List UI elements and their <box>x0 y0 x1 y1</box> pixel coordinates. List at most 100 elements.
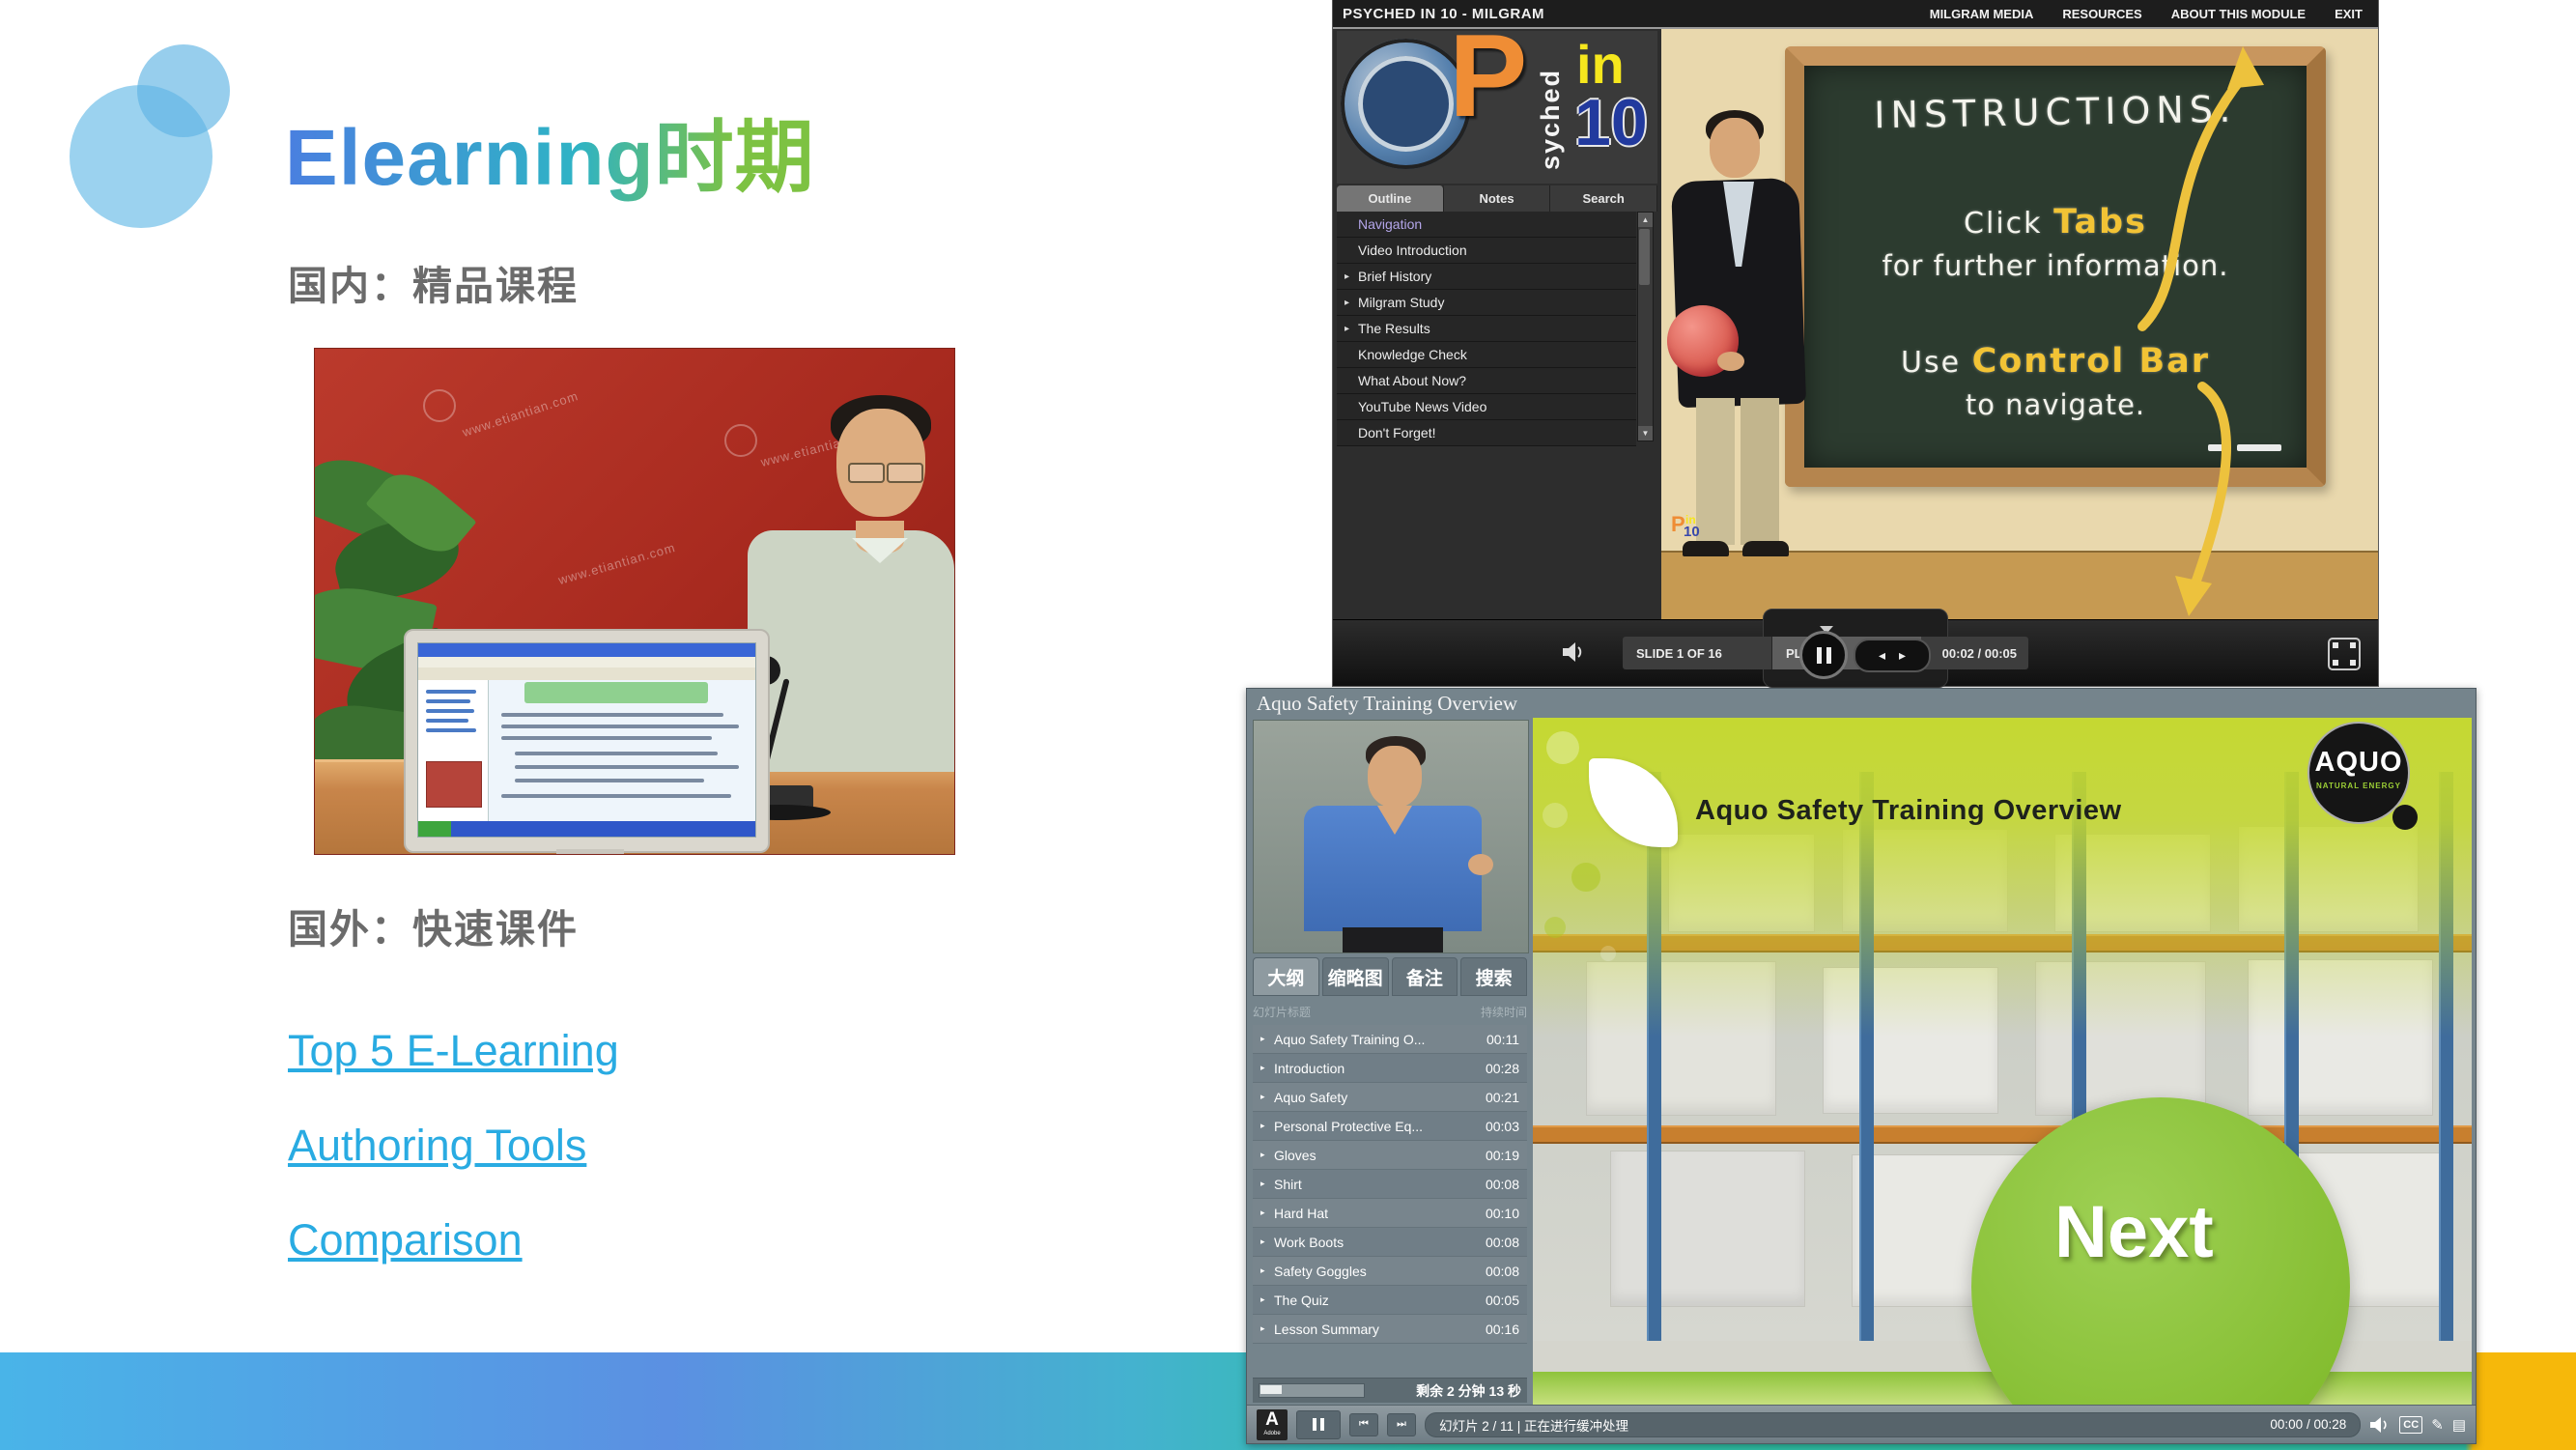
slide-item[interactable]: ▸Safety Goggles00:08 <box>1253 1257 1527 1286</box>
foreign-label: 国外：快速课件 <box>288 896 579 954</box>
menu-milgram-media[interactable]: MILGRAM MEDIA <box>1930 7 2034 21</box>
aquo-player-window: Aquo Safety Training Overview 大纲 缩略图 备注 … <box>1246 688 2477 1444</box>
menu-resources[interactable]: RESOURCES <box>2062 7 2141 21</box>
presenter-figure <box>1667 110 1841 574</box>
tab-search[interactable]: Search <box>1550 185 1657 212</box>
attachment-icon[interactable]: ✎ <box>2431 1416 2444 1434</box>
play-arrow-icon: ▸ <box>1260 1063 1274 1073</box>
pause-button[interactable] <box>1799 631 1848 679</box>
outline-item-navigation[interactable]: Navigation <box>1337 212 1636 238</box>
outline-item-video-introduction[interactable]: Video Introduction <box>1337 238 1636 264</box>
next-slide-button[interactable]: ▸ <box>1899 647 1906 664</box>
aquo-logo-tagline: NATURAL ENERGY <box>2307 782 2410 790</box>
outline-item-milgram-study[interactable]: ▸Milgram Study <box>1337 290 1636 316</box>
aquo-logo-name: AQUO <box>2307 747 2410 779</box>
outline-item-dont-forget[interactable]: Don't Forget! <box>1337 420 1636 446</box>
tab-thumbnails-cn[interactable]: 缩略图 <box>1322 957 1389 996</box>
adobe-logo-icon[interactable]: AAdobe <box>1257 1409 1288 1440</box>
step-buttons: ◂ ▸ <box>1854 639 1931 672</box>
deco-circle-small <box>137 44 230 137</box>
play-arrow-icon: ▸ <box>1260 1092 1274 1102</box>
tab-notes[interactable]: Notes <box>1444 185 1551 212</box>
slide-item[interactable]: ▸Personal Protective Eq...00:03 <box>1253 1112 1527 1141</box>
buffer-status: 幻灯片 2 / 11 | 正在进行缓冲处理 <box>1439 1415 1628 1435</box>
link-comparison[interactable]: Comparison <box>288 1215 523 1265</box>
slide-item[interactable]: ▸Introduction00:28 <box>1253 1054 1527 1083</box>
milgram-stage: INSTRUCTIONS: Click Tabs for further inf… <box>1661 29 2378 620</box>
scroll-down-icon[interactable]: ▼ <box>1638 426 1653 441</box>
outline-item-knowledge-check[interactable]: Knowledge Check <box>1337 342 1636 368</box>
expand-arrow-icon: ▸ <box>1345 271 1358 282</box>
tab-search-cn[interactable]: 搜索 <box>1460 957 1527 996</box>
menu-about-this-module[interactable]: ABOUT THIS MODULE <box>2171 7 2306 21</box>
lecturer-photo: www.etiantian.com www.etiantian.com www.… <box>314 348 955 855</box>
psyched-in-10-logo: P syched in 10 <box>1337 31 1657 184</box>
outline-item-youtube-news-video[interactable]: YouTube News Video <box>1337 394 1636 420</box>
slide-list-header: 幻灯片标题 持续时间 <box>1253 1000 1527 1023</box>
logo-10: 10 <box>1574 85 1648 160</box>
slide-item[interactable]: ▸Aquo Safety00:21 <box>1253 1083 1527 1112</box>
board-control-bar-word: Control Bar <box>1972 342 2210 381</box>
play-arrow-icon: ▸ <box>1260 1150 1274 1160</box>
next-slide-button[interactable]: ⏭ <box>1387 1413 1416 1436</box>
screen-layout-icon[interactable]: ▤ <box>2452 1416 2466 1434</box>
slide-item[interactable]: ▸Work Boots00:08 <box>1253 1228 1527 1257</box>
watermark-text: www.etiantian.com <box>461 388 580 440</box>
outline-item-brief-history[interactable]: ▸Brief History <box>1337 264 1636 290</box>
stage-title: Aquo Safety Training Overview <box>1695 795 2122 827</box>
slide-list: ▸Aquo Safety Training O...00:11 ▸Introdu… <box>1253 1025 1527 1344</box>
watermark-text: www.etiantian.com <box>556 540 677 587</box>
aquo-window-title: Aquo Safety Training Overview <box>1257 692 1517 716</box>
board-progress-mark <box>2208 444 2229 451</box>
play-arrow-icon: ▸ <box>1260 1034 1274 1044</box>
page-title: Elearning时期 <box>285 93 815 208</box>
slide-item[interactable]: ▸Lesson Summary00:16 <box>1253 1315 1527 1344</box>
slide-item[interactable]: ▸Aquo Safety Training O...00:11 <box>1253 1025 1527 1054</box>
pause-button[interactable] <box>1296 1410 1341 1439</box>
previous-slide-button[interactable]: ◂ <box>1879 647 1885 664</box>
logo-syched: syched <box>1536 44 1566 170</box>
slide-item[interactable]: ▸Shirt00:08 <box>1253 1170 1527 1199</box>
board-heading: INSTRUCTIONS: <box>1804 86 2307 137</box>
board-line4: to navigate. <box>1804 388 2307 421</box>
milgram-player-window: PSYCHED IN 10 - MILGRAM MILGRAM MEDIA RE… <box>1333 0 2378 686</box>
scroll-up-icon[interactable]: ▲ <box>1638 213 1653 227</box>
previous-slide-button[interactable]: ⏮ <box>1349 1413 1378 1436</box>
sidebar-status-bar: 剩余 2 分钟 13 秒 <box>1253 1378 1527 1403</box>
play-arrow-icon: ▸ <box>1260 1179 1274 1189</box>
stage-mini-logo: P in 10 <box>1671 512 1715 545</box>
milgram-menu: MILGRAM MEDIA RESOURCES ABOUT THIS MODUL… <box>1930 7 2363 21</box>
board-line2: for further information. <box>1804 249 2307 282</box>
speaker-icon[interactable] <box>1561 641 1586 663</box>
playback-time: 00:00 / 00:28 <box>2270 1417 2346 1432</box>
playback-progress-bar[interactable]: 幻灯片 2 / 11 | 正在进行缓冲处理 00:00 / 00:28 <box>1425 1412 2361 1437</box>
aquo-sidebar: 大纲 缩略图 备注 搜索 幻灯片标题 持续时间 ▸Aquo Safety Tra… <box>1251 718 1529 1405</box>
link-top5-elearning[interactable]: Top 5 E-Learning <box>288 1026 619 1076</box>
milgram-titlebar: PSYCHED IN 10 - MILGRAM MILGRAM MEDIA RE… <box>1333 0 2378 29</box>
tab-notes-cn[interactable]: 备注 <box>1392 957 1458 996</box>
link-authoring-tools[interactable]: Authoring Tools <box>288 1121 586 1171</box>
slide-item[interactable]: ▸Gloves00:19 <box>1253 1141 1527 1170</box>
milgram-tabbar: Outline Notes Search <box>1337 185 1657 212</box>
scrollbar-thumb[interactable] <box>1639 229 1650 285</box>
presenter-video[interactable] <box>1253 720 1529 953</box>
domestic-label: 国内：精品课程 <box>288 253 579 311</box>
slide-item[interactable]: ▸Hard Hat00:10 <box>1253 1199 1527 1228</box>
tab-outline[interactable]: Outline <box>1337 185 1444 212</box>
outline-item-what-about-now[interactable]: What About Now? <box>1337 368 1636 394</box>
milgram-window-title: PSYCHED IN 10 - MILGRAM <box>1343 6 1544 22</box>
tab-outline-cn[interactable]: 大纲 <box>1253 957 1319 996</box>
expand-arrow-icon: ▸ <box>1345 324 1358 334</box>
chalkboard: INSTRUCTIONS: Click Tabs for further inf… <box>1785 46 2326 487</box>
outline-scrollbar[interactable]: ▲ ▼ <box>1637 212 1654 441</box>
fullscreen-button[interactable] <box>2328 638 2361 670</box>
slide-item[interactable]: ▸The Quiz00:05 <box>1253 1286 1527 1315</box>
closed-captions-button[interactable]: CC <box>2399 1416 2422 1434</box>
aquo-stage: Aquo Safety Training Overview AQUO NATUR… <box>1533 718 2472 1405</box>
outline-list: Navigation Video Introduction ▸Brief His… <box>1337 212 1636 446</box>
speaker-icon[interactable] <box>2369 1416 2391 1434</box>
menu-exit[interactable]: EXIT <box>2335 7 2363 21</box>
logo-letter-p: P <box>1449 31 1527 143</box>
board-click-word: Click <box>1964 207 2042 241</box>
outline-item-the-results[interactable]: ▸The Results <box>1337 316 1636 342</box>
